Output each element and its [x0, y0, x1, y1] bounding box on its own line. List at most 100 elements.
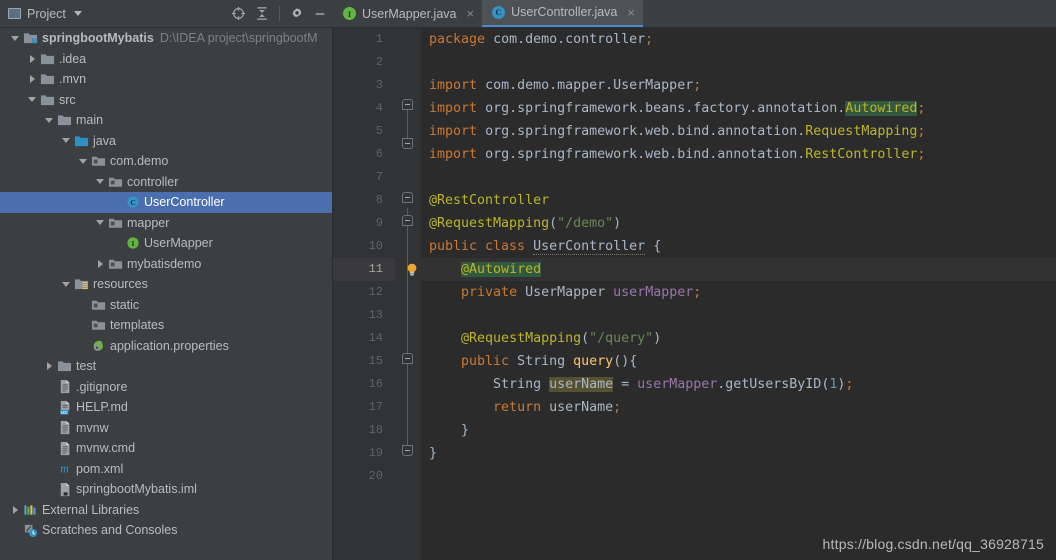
chevron-down-icon[interactable] — [10, 33, 21, 44]
close-icon[interactable]: × — [467, 7, 475, 20]
tree-node-springbootmybatis-iml[interactable]: springbootMybatis.iml — [0, 479, 332, 500]
code-line-16[interactable]: String userName = userMapper.getUsersByI… — [421, 373, 1056, 396]
minimize-icon[interactable] — [313, 7, 327, 21]
code-line-19[interactable]: } — [421, 442, 1056, 465]
line-number-6[interactable]: 6 — [333, 143, 395, 166]
fold-marker-imports-start[interactable] — [402, 99, 413, 110]
chevron-down-icon[interactable] — [44, 115, 55, 126]
tree-node-external-libraries[interactable]: External Libraries — [0, 500, 332, 521]
project-tool-window-button[interactable]: Project — [8, 7, 82, 21]
code-line-10[interactable]: public class UserController { — [421, 235, 1056, 258]
tree-node-usermapper[interactable]: I UserMapper — [0, 233, 332, 254]
line-number-19[interactable]: 19 — [333, 442, 395, 465]
editor-code-area[interactable]: package com.demo.controller; import com.… — [395, 28, 1056, 560]
chevron-right-icon[interactable] — [10, 504, 21, 515]
code-line-11[interactable]: @Autowired — [421, 258, 1056, 281]
line-number-16[interactable]: 16 — [333, 373, 395, 396]
tree-node-java[interactable]: java — [0, 131, 332, 152]
code-line-3[interactable]: import com.demo.mapper.UserMapper; — [421, 74, 1056, 97]
code-line-15[interactable]: public String query(){ — [421, 350, 1056, 373]
tree-node-gitignore[interactable]: .gitignore — [0, 377, 332, 398]
code-line-18[interactable]: } — [421, 419, 1056, 442]
tree-node-usercontroller[interactable]: C UserController — [0, 192, 332, 213]
line-number-17[interactable]: 17 — [333, 396, 395, 419]
tree-node-resources[interactable]: resources — [0, 274, 332, 295]
folding-strip[interactable] — [395, 28, 421, 560]
tree-node-mvnw[interactable]: mvnw — [0, 418, 332, 439]
chevron-down-icon[interactable] — [95, 176, 106, 187]
chevron-down-icon[interactable] — [61, 279, 72, 290]
chevron-right-icon[interactable] — [95, 258, 106, 269]
chevron-down-icon[interactable] — [27, 94, 38, 105]
gear-icon[interactable] — [290, 7, 304, 21]
line-number-4[interactable]: 4 — [333, 97, 395, 120]
code-line-20[interactable] — [421, 465, 1056, 488]
fold-marker-method-end[interactable] — [402, 445, 413, 456]
line-number-7[interactable]: 7 — [333, 166, 395, 189]
tree-node-test[interactable]: test — [0, 356, 332, 377]
fold-marker-method-start[interactable] — [402, 353, 413, 364]
chevron-right-icon[interactable] — [27, 74, 38, 85]
collapse-all-icon[interactable] — [255, 6, 269, 21]
tree-node-mybatisdemo[interactable]: mybatisdemo — [0, 254, 332, 275]
tree-node-mvnw-cmd[interactable]: mvnw.cmd — [0, 438, 332, 459]
tree-node-pom-xml[interactable]: m pom.xml — [0, 459, 332, 480]
code-line-8[interactable]: @RestController — [421, 189, 1056, 212]
tree-node-src[interactable]: src — [0, 90, 332, 111]
tree-node-springbootmybatis[interactable]: springbootMybatis D:\IDEA project\springb… — [0, 28, 332, 49]
code-line-1[interactable]: package com.demo.controller; — [421, 28, 1056, 51]
line-number-11[interactable]: 11 — [333, 258, 395, 281]
code-line-2[interactable] — [421, 51, 1056, 74]
code-line-13[interactable] — [421, 304, 1056, 327]
editor-tab-usercontroller[interactable]: C UserController.java × — [482, 0, 643, 27]
tree-node-static[interactable]: static — [0, 295, 332, 316]
tree-node-mvn[interactable]: .mvn — [0, 69, 332, 90]
chevron-right-icon[interactable] — [44, 361, 55, 372]
close-icon[interactable]: × — [627, 6, 635, 19]
line-number-18[interactable]: 18 — [333, 419, 395, 442]
intention-bulb-icon[interactable] — [405, 262, 419, 278]
line-number-9[interactable]: 9 — [333, 212, 395, 235]
tree-node-scratches-and-consoles[interactable]: Scratches and Consoles — [0, 520, 332, 541]
code-line-4[interactable]: import org.springframework.beans.factory… — [421, 97, 1056, 120]
chevron-down-icon[interactable] — [61, 135, 72, 146]
line-number-2[interactable]: 2 — [333, 51, 395, 74]
tree-node-mapper[interactable]: mapper — [0, 213, 332, 234]
code-line-7[interactable] — [421, 166, 1056, 189]
editor-tab-usermapper[interactable]: I UserMapper.java × — [333, 0, 483, 27]
code-line-9[interactable]: @RequestMapping("/demo") — [421, 212, 1056, 235]
code-line-14[interactable]: @RequestMapping("/query") — [421, 327, 1056, 350]
line-number-3[interactable]: 3 — [333, 74, 395, 97]
tree-node-help-md[interactable]: MD HELP.md — [0, 397, 332, 418]
line-number-13[interactable]: 13 — [333, 304, 395, 327]
project-tree[interactable]: springbootMybatis D:\IDEA project\springb… — [0, 28, 333, 560]
fold-marker-class-start[interactable] — [402, 215, 413, 226]
code-line-5[interactable]: import org.springframework.web.bind.anno… — [421, 120, 1056, 143]
tree-node-com-demo[interactable]: com.demo — [0, 151, 332, 172]
locate-icon[interactable] — [231, 6, 246, 21]
fold-marker-imports-end[interactable] — [402, 138, 413, 149]
tree-node-idea[interactable]: .idea — [0, 49, 332, 70]
tree-node-application-properties[interactable]: application.properties — [0, 336, 332, 357]
tree-node-controller[interactable]: controller — [0, 172, 332, 193]
chevron-down-icon[interactable] — [78, 156, 89, 167]
code-line-17[interactable]: return userName; — [421, 396, 1056, 419]
line-number-8[interactable]: 8 — [333, 189, 395, 212]
line-number-5[interactable]: 5 — [333, 120, 395, 143]
line-number-10[interactable]: 10 — [333, 235, 395, 258]
fold-marker-class-annotation[interactable] — [402, 192, 413, 203]
line-number-15[interactable]: 15 — [333, 350, 395, 373]
code-line-12[interactable]: private UserMapper userMapper; — [421, 281, 1056, 304]
editor-gutter[interactable]: 1 2 3 4 5 6 7 8 9 10 11 12 13 14 15 16 17 18 19 20 — [333, 28, 395, 560]
line-number-1[interactable]: 1 — [333, 28, 395, 51]
tree-node-templates[interactable]: templates — [0, 315, 332, 336]
line-number-14[interactable]: 14 — [333, 327, 395, 350]
chevron-down-icon[interactable] — [95, 217, 106, 228]
line-number-20[interactable]: 20 — [333, 465, 395, 488]
chevron-down-icon[interactable] — [73, 11, 82, 16]
code-editor[interactable]: 1 2 3 4 5 6 7 8 9 10 11 12 13 14 15 16 17 18 19 20 p — [333, 28, 1056, 560]
tree-node-main[interactable]: main — [0, 110, 332, 131]
code-lines[interactable]: package com.demo.controller; import com.… — [421, 28, 1056, 488]
code-line-6[interactable]: import org.springframework.web.bind.anno… — [421, 143, 1056, 166]
line-number-12[interactable]: 12 — [333, 281, 395, 304]
